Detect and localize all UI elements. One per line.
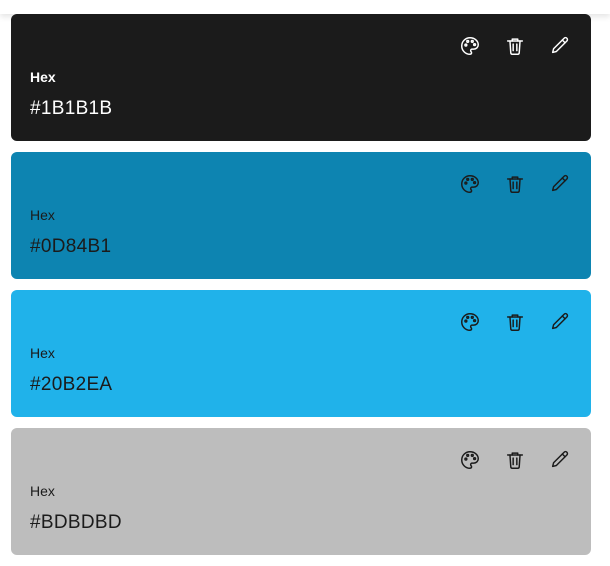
hex-value[interactable]: #20B2EA — [30, 374, 112, 396]
pencil-icon[interactable] — [548, 34, 571, 57]
palette-icon[interactable] — [458, 34, 481, 57]
pencil-icon[interactable] — [548, 448, 571, 471]
trash-icon[interactable] — [503, 34, 526, 57]
hex-value[interactable]: #1B1B1B — [30, 98, 112, 120]
pencil-icon[interactable] — [548, 310, 571, 333]
hex-label: Hex — [30, 69, 56, 85]
swatch-card: Hex #20B2EA — [11, 290, 591, 417]
swatch-list: Hex #1B1B1B Hex #0D84B1 Hex #20B2EA Hex … — [11, 14, 591, 566]
palette-icon[interactable] — [458, 310, 481, 333]
swatch-actions — [458, 448, 571, 471]
hex-value[interactable]: #BDBDBD — [30, 512, 122, 534]
swatch-card: Hex #BDBDBD — [11, 428, 591, 555]
swatch-card: Hex #0D84B1 — [11, 152, 591, 279]
swatch-actions — [458, 34, 571, 57]
top-header-edge — [0, 0, 610, 14]
palette-icon[interactable] — [458, 172, 481, 195]
swatch-actions — [458, 172, 571, 195]
swatch-actions — [458, 310, 571, 333]
hex-value[interactable]: #0D84B1 — [30, 236, 111, 258]
swatch-card: Hex #1B1B1B — [11, 14, 591, 141]
trash-icon[interactable] — [503, 310, 526, 333]
hex-label: Hex — [30, 483, 55, 499]
trash-icon[interactable] — [503, 172, 526, 195]
hex-label: Hex — [30, 345, 55, 361]
hex-label: Hex — [30, 207, 55, 223]
palette-icon[interactable] — [458, 448, 481, 471]
trash-icon[interactable] — [503, 448, 526, 471]
pencil-icon[interactable] — [548, 172, 571, 195]
